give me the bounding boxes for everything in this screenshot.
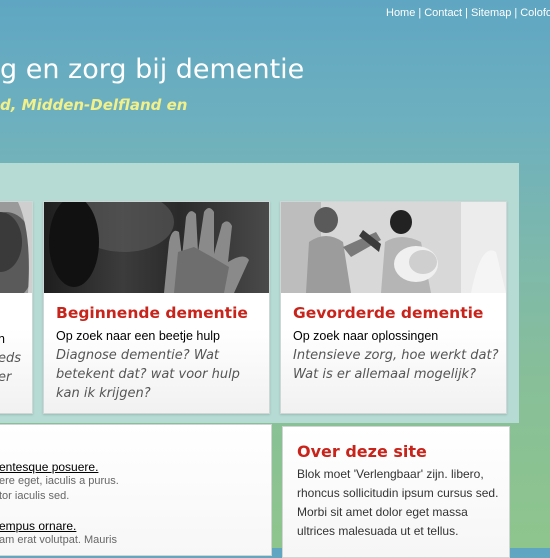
- nav-separator: |: [465, 7, 468, 19]
- nav-separator: |: [514, 7, 518, 19]
- site-title: g en zorg bij dementie: [0, 54, 305, 85]
- fragment-line: n: [0, 330, 21, 349]
- card-beginnende-dementie[interactable]: Beginnende dementie Op zoek naar een bee…: [43, 201, 270, 414]
- nav-separator: |: [418, 7, 422, 19]
- nav-colofon-link[interactable]: Colofon: [520, 7, 550, 19]
- card-body: Beginnende dementie Op zoek naar een bee…: [56, 304, 263, 403]
- fragment-line: eds: [0, 351, 22, 366]
- about-title: Over deze site: [297, 442, 427, 461]
- top-navigation: Home|Contact|Sitemap|Colofon: [386, 7, 550, 23]
- card-photo: [44, 202, 269, 293]
- card-description: Diagnose dementie? Wat betekent dat? wat…: [56, 348, 240, 401]
- news-item-line: am erat volutpat. Mauris: [0, 534, 117, 546]
- site-subtitle: d, Midden-Delfland en: [0, 96, 188, 114]
- news-item-line: tor iaculis sed.: [0, 490, 70, 502]
- card-title[interactable]: Gevorderde dementie: [293, 304, 500, 322]
- card-title[interactable]: Beginnende dementie: [56, 304, 263, 322]
- news-item: empus ornare. am erat volutpat. Mauris: [0, 519, 117, 548]
- card-text-fragment: n eds er: [0, 330, 21, 387]
- news-item: entesque posuere. ere eget, iaculis a pu…: [0, 460, 119, 504]
- about-box: Over deze site Blok moet 'Verlengbaar' z…: [282, 426, 510, 558]
- news-item-title[interactable]: empus ornare.: [0, 519, 117, 533]
- news-item-title[interactable]: entesque posuere.: [0, 460, 119, 474]
- card-body: Gevorderde dementie Op zoek naar oplossi…: [293, 304, 500, 384]
- news-item-line: ere eget, iaculis a purus.: [0, 475, 119, 487]
- nav-home-link[interactable]: Home: [386, 7, 415, 19]
- nav-sitemap-link[interactable]: Sitemap: [471, 7, 511, 19]
- about-text: Blok moet 'Verlengbaar' zijn. libero, rh…: [297, 467, 499, 538]
- fragment-line: er: [0, 370, 12, 385]
- card-description: Intensieve zorg, hoe werkt dat? Wat is e…: [293, 348, 499, 382]
- card-tagline: Op zoek naar oplossingen: [293, 329, 439, 343]
- card-partial-left[interactable]: n eds er: [0, 201, 33, 414]
- card-photo: [281, 202, 506, 293]
- news-box: entesque posuere. ere eget, iaculis a pu…: [0, 424, 272, 556]
- card-gevorderde-dementie[interactable]: Gevorderde dementie Op zoek naar oplossi…: [280, 201, 507, 414]
- card-photo: [0, 202, 32, 293]
- nav-contact-link[interactable]: Contact: [424, 7, 462, 19]
- card-tagline: Op zoek naar een beetje hulp: [56, 329, 221, 343]
